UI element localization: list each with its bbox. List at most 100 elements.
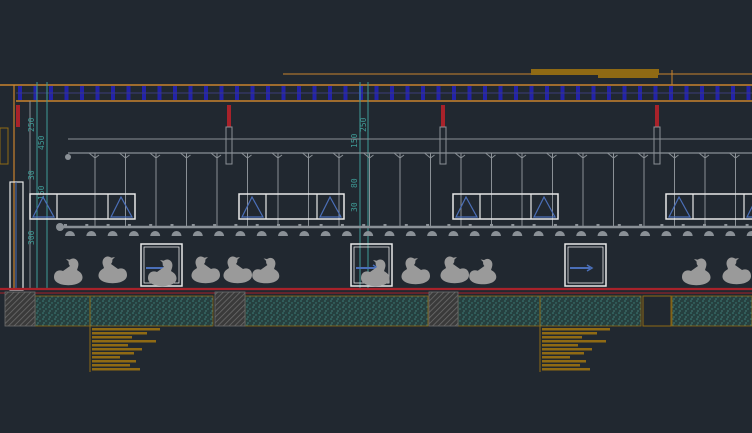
window-icon — [241, 195, 265, 218]
dim-label-left-3: 300 — [27, 230, 36, 245]
feeder — [447, 224, 451, 227]
hanger-rod — [225, 126, 233, 165]
note-text-line — [92, 328, 160, 331]
ceiling-fan-icon — [235, 231, 246, 236]
window-icon — [110, 195, 134, 218]
ceiling-fan-icon — [469, 231, 480, 236]
feeder — [319, 224, 323, 227]
dim-label-mid-0: 150 — [350, 133, 359, 148]
footing — [214, 291, 246, 327]
soil-block — [34, 295, 214, 327]
duck-flock — [54, 256, 751, 287]
note-text-line — [92, 356, 120, 359]
drop-bracket — [210, 152, 222, 159]
drop-bracket — [119, 152, 130, 159]
drop-bracket — [424, 152, 435, 159]
note-text-line — [542, 340, 606, 343]
ceiling-fan-icon — [278, 231, 288, 236]
feeder — [298, 224, 302, 227]
feeder — [575, 224, 579, 227]
window-icon — [319, 195, 343, 218]
ceiling-fan-icon — [65, 231, 75, 236]
feeder — [64, 224, 67, 227]
duck-body — [440, 256, 469, 284]
hanger-rod — [439, 126, 447, 165]
hanger-tie — [16, 105, 20, 127]
note-text-line — [92, 360, 136, 363]
drop-bracket — [698, 152, 710, 159]
ceiling-fan-icon — [576, 231, 587, 236]
feeder — [149, 224, 153, 227]
drop-bracket — [88, 152, 100, 159]
feeder — [426, 224, 430, 227]
ceiling-fan-icon — [682, 231, 693, 236]
window-frame — [452, 193, 559, 220]
roof-title-bar-2 — [598, 74, 658, 78]
feed-rail-end-icon — [56, 223, 64, 231]
purlin-row — [16, 86, 752, 100]
feeder — [340, 224, 344, 227]
drop-bracket — [149, 152, 161, 159]
duck-body — [223, 256, 252, 284]
hanger-rod — [653, 126, 661, 165]
window-group — [452, 193, 559, 220]
feeder — [553, 224, 557, 227]
feeder — [745, 224, 749, 227]
floor-drain-icon — [564, 243, 607, 287]
feeder — [383, 224, 387, 227]
dim-label-left-4: 30 — [27, 170, 36, 180]
duck-silhouette-icon — [361, 259, 390, 287]
window-icon — [746, 205, 752, 218]
note-text-line — [542, 352, 584, 355]
soil-blocks — [34, 295, 752, 327]
ceiling-fan-icon — [214, 231, 225, 236]
feeder — [191, 224, 195, 227]
feeder — [596, 224, 600, 227]
ceiling-fan-icon — [448, 231, 459, 236]
note-text-line — [92, 368, 140, 371]
note-text-line — [542, 328, 610, 331]
drop-bracket — [485, 152, 496, 159]
dim-label-mid-1: 250 — [359, 117, 368, 132]
fan-row — [65, 231, 752, 236]
window-icon — [533, 195, 557, 218]
drop-bracket — [180, 152, 191, 159]
drop-bracket — [241, 152, 252, 159]
ceiling-fan-icon — [533, 231, 544, 236]
ceiling-fan-icon — [661, 231, 672, 236]
cad-drawing-canvas: 250 450 150 300 30 150 250 80 30 — [0, 69, 752, 372]
note-text-line — [92, 348, 142, 351]
ceiling-fan-icon — [86, 231, 97, 236]
feeder — [639, 224, 643, 227]
ceiling-fan-icon — [746, 231, 752, 236]
ceiling-fan-icon — [405, 231, 416, 236]
note-text-line — [92, 352, 134, 355]
ceiling-fan-icon — [150, 231, 161, 236]
ceiling-fan-icon — [384, 231, 395, 236]
note-text-line — [542, 360, 586, 363]
duck-silhouette-icon — [191, 256, 220, 284]
ceiling-fan-icon — [192, 231, 203, 236]
feeder — [468, 224, 472, 227]
ceiling-fan-icon — [597, 231, 608, 236]
drop-bracket — [393, 152, 405, 159]
dim-label-mid-3: 30 — [350, 202, 359, 212]
roof-hangers — [16, 105, 661, 165]
duck-silhouette-icon — [469, 258, 497, 285]
footing — [4, 291, 36, 327]
footing — [428, 291, 459, 327]
feeder — [404, 224, 408, 227]
duck-body — [191, 256, 220, 284]
floor-drain-inner — [567, 246, 604, 284]
feeder — [106, 224, 110, 227]
feeder — [277, 224, 280, 227]
ceiling-fan-icon — [704, 231, 714, 236]
soil-block — [457, 295, 642, 327]
note-text-line — [542, 332, 597, 335]
water-line-end-icon — [65, 154, 71, 160]
hanger-tie — [655, 105, 659, 127]
window-icon — [455, 195, 479, 218]
ceiling-fan-icon — [128, 231, 139, 236]
left-wall — [0, 85, 31, 291]
note-text-line — [92, 340, 156, 343]
